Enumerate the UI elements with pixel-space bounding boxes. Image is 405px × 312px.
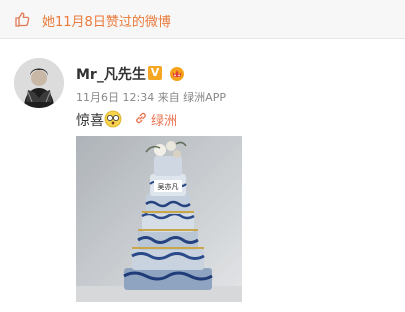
liked-by-header: 她11月8日赞过的微博 <box>0 0 405 39</box>
author-name[interactable]: Mr_凡先生 <box>76 64 146 84</box>
avatar[interactable] <box>14 58 64 108</box>
surprised-glasses-emoji-icon <box>104 110 122 128</box>
thumbs-up-icon <box>15 12 30 27</box>
post-meta: 11月6日 12:34 来自 绿洲APP <box>76 91 226 104</box>
liked-date-text[interactable]: 她11月8日赞过的微博 <box>42 11 171 30</box>
cake-photo-image: 吴亦凡 <box>76 136 242 302</box>
oasis-link[interactable]: 绿洲 <box>151 110 177 129</box>
post-text: 惊喜 <box>76 113 104 129</box>
link-icon <box>136 112 146 124</box>
post-photo[interactable]: 吴亦凡 <box>76 136 242 302</box>
cake-topper-text: 吴亦凡 <box>158 182 179 191</box>
crown-member-icon[interactable] <box>168 64 186 82</box>
avatar-image <box>14 58 64 108</box>
verified-badge: V <box>148 66 162 80</box>
